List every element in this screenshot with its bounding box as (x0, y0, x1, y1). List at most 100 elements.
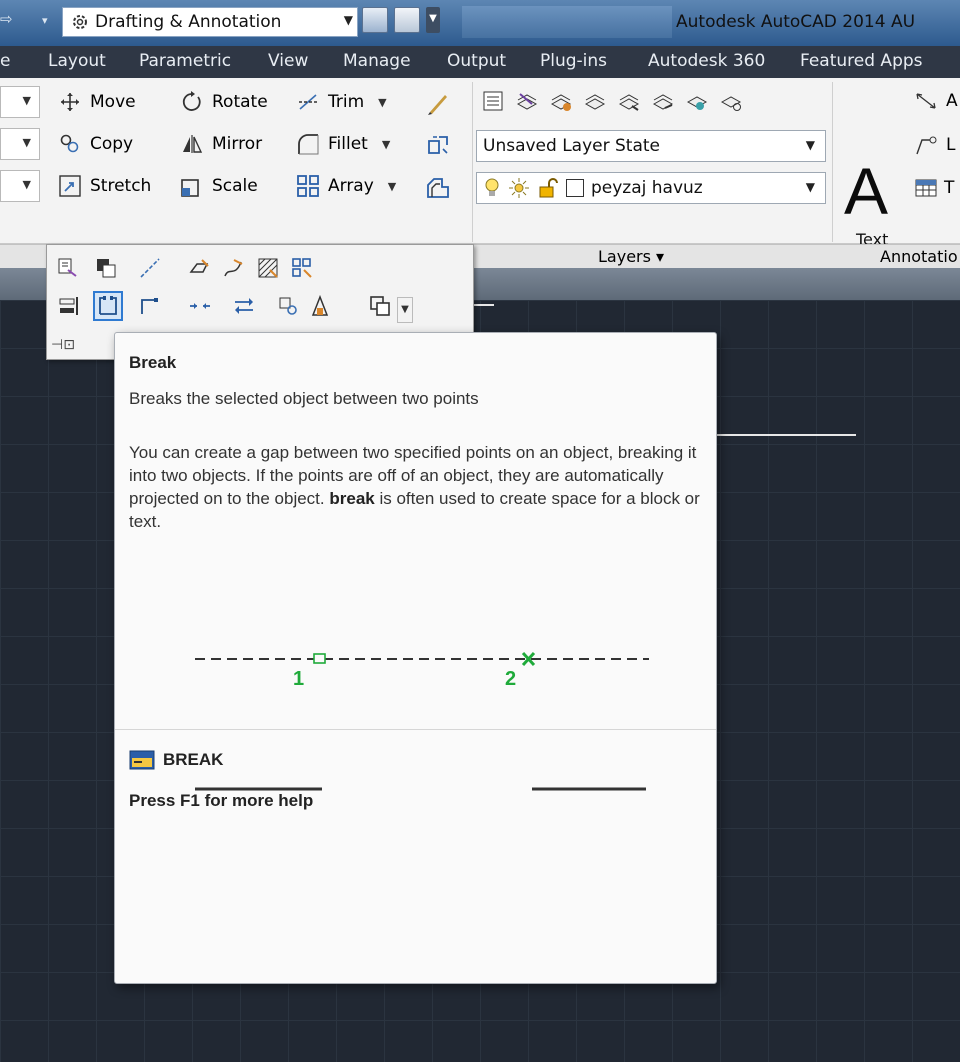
layer-freeze-icon[interactable] (614, 86, 644, 116)
copy-clip-icon[interactable] (53, 253, 83, 283)
table-label: T (944, 178, 955, 198)
edit-polyline-icon[interactable] (185, 253, 215, 283)
layer-properties-icon[interactable] (478, 86, 508, 116)
save-icon[interactable] (362, 7, 388, 33)
tab-featured-apps[interactable]: Featured Apps (800, 51, 923, 71)
draworder-icon[interactable] (91, 253, 121, 283)
drawing-line (474, 304, 494, 306)
layer-match-icon[interactable] (512, 86, 542, 116)
overkill-icon[interactable] (365, 291, 395, 321)
tooltip-body: You can create a gap between two specifi… (129, 441, 707, 533)
chevron-down-icon[interactable]: ▼ (344, 13, 353, 27)
layer-isolate-icon[interactable] (546, 86, 576, 116)
customize-dropdown-icon[interactable]: ▼ (426, 7, 440, 33)
edit-spline-icon[interactable] (219, 253, 249, 283)
sun-icon (509, 178, 529, 198)
draw-panel-fragment: ▼ ▼ ▼ (0, 78, 44, 244)
copy-label: Copy (90, 134, 134, 154)
erase-icon[interactable] (424, 90, 452, 118)
edit-array-icon[interactable] (287, 253, 317, 283)
rotate-icon (180, 90, 204, 114)
array-button[interactable]: Array ▼ (296, 174, 396, 198)
chevron-down-icon[interactable]: ▼ (382, 138, 390, 151)
layer-status-icons: peyzaj havuz (483, 177, 703, 199)
rotate-button[interactable]: Rotate (180, 90, 268, 114)
layers-panel-title[interactable]: Layers ▾ (598, 247, 664, 266)
rotate-label: Rotate (212, 92, 268, 112)
draw-dropdown[interactable]: ▼ (0, 128, 40, 160)
set-by-layer-icon[interactable] (273, 291, 303, 321)
layer-current-icon[interactable] (716, 86, 746, 116)
reverse-icon[interactable] (229, 291, 259, 321)
stretch-label: Stretch (90, 176, 152, 196)
break-tooltip: Break Breaks the selected object between… (114, 332, 717, 984)
chevron-down-icon[interactable]: ▼ (388, 180, 396, 193)
copy-icon (58, 132, 82, 156)
quick-access-nav[interactable]: ⇨ ▾ (0, 8, 60, 36)
annotation-panel-title[interactable]: Annotatio (880, 247, 958, 266)
mirror-button[interactable]: Mirror (180, 132, 262, 156)
layer-dropdown[interactable]: peyzaj havuz ▼ (476, 172, 826, 204)
tab-view[interactable]: View (268, 51, 308, 71)
explode-icon[interactable] (424, 132, 452, 160)
chevron-down-icon[interactable]: ▼ (378, 96, 386, 109)
table-button[interactable]: T (914, 178, 954, 198)
join-icon[interactable] (185, 291, 215, 321)
layer-walk-icon[interactable] (580, 86, 610, 116)
layer-state-icon[interactable] (682, 86, 712, 116)
tab-manage[interactable]: Manage (343, 51, 411, 71)
stretch-icon (58, 174, 82, 198)
draw-dropdown[interactable]: ▼ (0, 170, 40, 202)
chevron-down-icon[interactable]: ▼ (397, 297, 413, 323)
array-label: Array (328, 176, 374, 196)
search-box[interactable] (462, 6, 672, 38)
plot-icon[interactable] (394, 7, 420, 33)
array-icon (296, 174, 320, 198)
tab-home[interactable]: e (0, 51, 10, 71)
trim-button[interactable]: Trim ▼ (296, 90, 387, 114)
workspace-switcher[interactable]: Drafting & Annotation ▼ (62, 7, 358, 37)
title-bar: ⇨ ▾ Drafting & Annotation ▼ ▼ Autodesk A… (0, 0, 960, 46)
text-icon[interactable]: A (844, 158, 900, 224)
layer-state-dropdown[interactable]: Unsaved Layer State ▼ (476, 130, 826, 162)
point-1-label: 1 (293, 668, 304, 690)
tab-output[interactable]: Output (447, 51, 506, 71)
break-at-point-icon[interactable] (135, 291, 165, 321)
align-icon[interactable] (53, 291, 83, 321)
copy-button[interactable]: Copy (58, 132, 133, 156)
edit-hatch-icon[interactable] (253, 253, 283, 283)
command-line-icon (129, 750, 155, 770)
pin-icon[interactable]: ⊣⊡ (51, 337, 75, 353)
change-space-icon[interactable] (305, 291, 335, 321)
break-icon[interactable] (93, 291, 123, 321)
fillet-button[interactable]: Fillet ▼ (296, 132, 390, 156)
fillet-label: Fillet (328, 134, 368, 154)
tab-autodesk-360[interactable]: Autodesk 360 (648, 51, 765, 71)
scale-button[interactable]: Scale (180, 174, 258, 198)
redo-arrow-icon[interactable]: ⇨ (0, 10, 13, 28)
unlock-icon (539, 178, 558, 198)
tab-parametric[interactable]: Parametric (139, 51, 231, 71)
move-button[interactable]: Move (58, 90, 136, 114)
tooltip-command: BREAK (129, 749, 223, 771)
offset-icon[interactable] (424, 174, 452, 202)
layers-panel-label: Layers (598, 247, 651, 266)
move-label: Move (90, 92, 136, 112)
layer-lock-icon[interactable] (648, 86, 678, 116)
tooltip-short-description: Breaks the selected object between two p… (129, 389, 479, 408)
lengthen-icon[interactable] (135, 253, 165, 283)
drawing-line (716, 434, 856, 436)
tab-plugins[interactable]: Plug-ins (540, 51, 607, 71)
draw-dropdown[interactable]: ▼ (0, 86, 40, 118)
tab-layout[interactable]: Layout (48, 51, 106, 71)
leader-label: L (946, 135, 956, 155)
leader-button[interactable]: L (914, 134, 955, 156)
table-icon (915, 179, 937, 197)
chevron-down-icon[interactable]: ▾ (42, 14, 48, 27)
tooltip-divider (115, 729, 716, 730)
stretch-button[interactable]: Stretch (58, 174, 151, 198)
mirror-label: Mirror (212, 134, 263, 154)
dimension-button[interactable]: A (914, 90, 958, 112)
panel-divider (472, 82, 473, 242)
command-name: BREAK (163, 750, 224, 769)
